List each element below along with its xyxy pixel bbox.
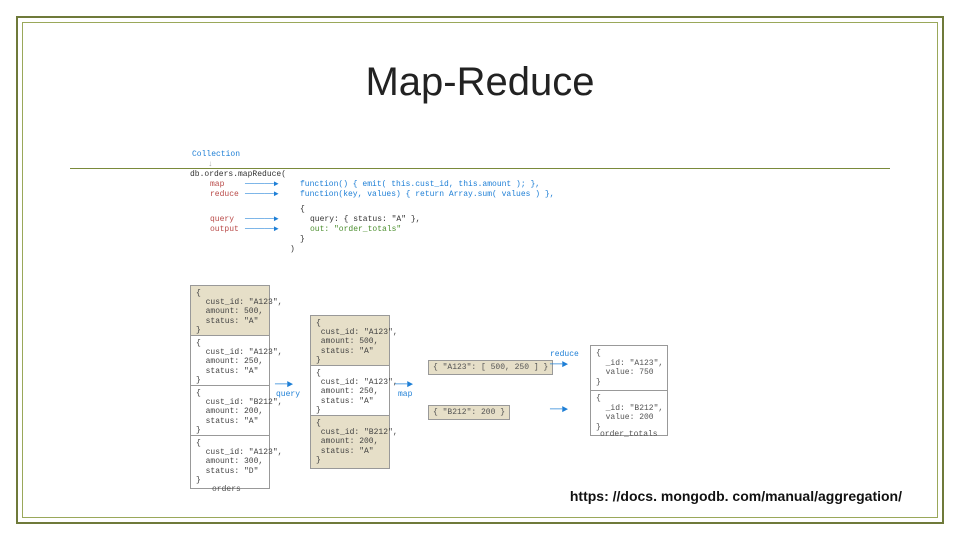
code-map-fn: function() { emit( this.cust_id, this.am… xyxy=(300,180,540,189)
stage-reduce: reduce xyxy=(550,350,579,359)
orders-doc: { cust_id: "B212", amount: 200, status: … xyxy=(190,385,270,439)
orders-column-label: orders xyxy=(212,485,241,494)
emit-row: { "A123": [ 500, 250 ] } xyxy=(428,360,553,375)
arrow-icon: ──────► xyxy=(245,215,279,224)
code-reduce-fn: function(key, values) { return Array.sum… xyxy=(300,190,554,199)
code-brace-close: } xyxy=(300,235,305,244)
results-column-label: order_totals xyxy=(600,430,658,439)
code-paren-close: ) xyxy=(290,245,295,254)
flow-arrow-icon: ──► xyxy=(550,360,568,371)
code-out-line: out: "order_totals" xyxy=(310,225,401,234)
source-url: https: //docs. mongodb. com/manual/aggre… xyxy=(570,488,902,504)
label-query: query xyxy=(210,215,234,224)
result-doc: { _id: "A123", value: 750 } xyxy=(590,345,668,391)
label-reduce: reduce xyxy=(210,190,239,199)
orders-doc: { cust_id: "A123", amount: 300, status: … xyxy=(190,435,270,489)
arrow-icon: ──────► xyxy=(245,225,279,234)
filtered-doc: { cust_id: "B212", amount: 200, status: … xyxy=(310,415,390,469)
code-query-line: query: { status: "A" }, xyxy=(310,215,420,224)
orders-doc: { cust_id: "A123", amount: 250, status: … xyxy=(190,335,270,389)
mapreduce-diagram: Collection ↓ db.orders.mapReduce( map ──… xyxy=(190,150,770,480)
slide-title: Map-Reduce xyxy=(0,60,960,105)
code-brace-open: { xyxy=(300,205,305,214)
stage-map: map xyxy=(398,390,412,399)
label-map: map xyxy=(210,180,224,189)
code-call: db.orders.mapReduce( xyxy=(190,170,286,179)
orders-doc: { cust_id: "A123", amount: 500, status: … xyxy=(190,285,270,339)
filtered-doc: { cust_id: "A123", amount: 250, status: … xyxy=(310,365,390,419)
label-output: output xyxy=(210,225,239,234)
collection-arrow-icon: ↓ xyxy=(208,160,213,169)
filtered-doc: { cust_id: "A123", amount: 500, status: … xyxy=(310,315,390,369)
arrow-icon: ──────► xyxy=(245,190,279,199)
flow-arrow-icon: ──► xyxy=(550,405,568,416)
stage-query: query xyxy=(276,390,300,399)
emit-row: { "B212": 200 } xyxy=(428,405,510,420)
collection-label: Collection xyxy=(192,150,240,159)
arrow-icon: ──────► xyxy=(245,180,279,189)
